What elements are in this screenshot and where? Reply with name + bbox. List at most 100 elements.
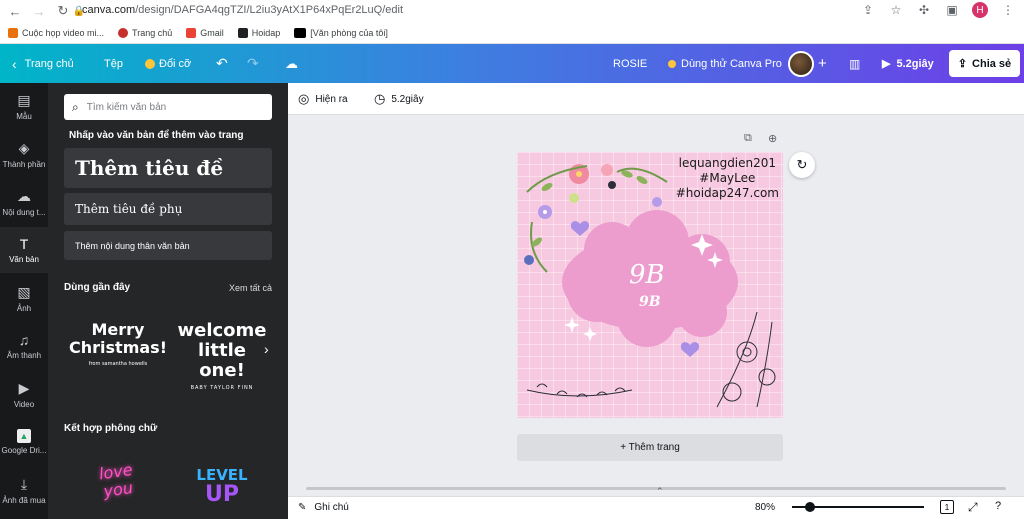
extensions-icon[interactable]: ✣ [916,2,932,18]
thumb-subtext: from samantha howells [88,361,148,367]
duplicate-page-icon[interactable]: ⧉ [744,132,752,145]
bookmark-item[interactable]: Cuộc họp video mi... [8,27,104,38]
add-heading-button[interactable]: Thêm tiêu đề [64,148,272,188]
rail-item-photos[interactable]: ▧ Ảnh [0,275,48,321]
notes-icon: ✎ [298,502,307,513]
pinterest-icon [118,27,129,38]
profile-avatar[interactable]: H [972,2,988,18]
home-link[interactable]: ‹ Trang chủ [12,44,74,83]
add-collaborator-icon[interactable]: + [818,44,827,83]
add-page-label: + Thêm trang [620,442,680,453]
rail-label: Mẫu [16,111,32,121]
see-all-link[interactable]: Xem tất cả [229,283,272,293]
bookmark-label: [Văn phòng của tôi] [310,27,388,38]
browser-actions: ⇪ ☆ ✣ ▣ H ⋮ [860,2,1016,18]
panel-hint: Nhấp vào văn bản để thêm vào trang [69,130,244,141]
share-button[interactable]: ⇪ Chia sẻ [949,50,1020,77]
cloud-save-icon[interactable]: ☁ [285,44,298,83]
bookmark-item[interactable]: Trang chủ [118,27,172,38]
monogram-small-text[interactable]: 9B [639,294,661,310]
timing-button[interactable]: ◷ 5.2giây [374,83,424,115]
office-icon [294,27,307,38]
video-meeting-icon [8,27,18,38]
carousel-next-icon[interactable]: › [264,341,269,357]
rail-item-google-drive[interactable]: ▲ Google Dri... [0,419,48,465]
add-page-button[interactable]: + Thêm trang [517,434,783,461]
zoom-slider-handle[interactable] [805,502,815,512]
menu-kebab-icon[interactable]: ⋮ [1000,2,1016,18]
bookmark-label: Gmail [200,27,224,38]
design-title-label: ROSIE [613,57,648,70]
address-bar[interactable]: canva.com/design/DAFGA4qgTZI/L2iu3yAtX1P… [82,4,403,16]
home-label: Trang chủ [24,57,74,70]
back-icon[interactable]: ← [6,2,24,20]
template-icon: ▤ [17,91,31,108]
collaborator-avatar[interactable] [788,51,814,77]
audio-icon: ♫ [18,332,30,348]
notes-button[interactable]: ✎ Ghi chú [298,502,349,513]
rail-item-elements[interactable]: ◈ Thành phần [0,131,48,177]
bookmark-item[interactable]: [Văn phòng của tôi] [294,27,388,38]
file-menu[interactable]: Tệp [104,44,123,83]
page-number: 1 [944,502,950,512]
design-title[interactable]: ROSIE [613,44,647,83]
regenerate-icon[interactable]: ↻ [789,152,815,178]
video-icon: ▶ [18,379,30,396]
zoom-level[interactable]: 80% [755,502,775,513]
try-pro-label: Dùng thử Canva Pro [681,57,782,70]
file-label: Tệp [104,57,123,70]
design-text-line: #hoidap247.com [675,186,779,200]
fullscreen-icon[interactable]: ⤢ [968,500,978,515]
bookmark-item[interactable]: Gmail [186,27,224,38]
design-text-block[interactable]: lequangdien201 #MayLee #hoidap247.com [676,156,779,201]
add-page-icon[interactable]: ⊕ [768,132,777,145]
thumb-text: little one! [198,340,246,381]
crown-icon [668,59,676,68]
redo-icon[interactable]: ↷ [247,44,259,83]
thumb-text: UP [205,482,239,507]
font-thumb-merry-christmas[interactable]: Merry Christmas! from samantha howells [68,321,168,381]
resize-button[interactable]: Đổi cỡ [145,44,191,83]
present-button[interactable]: ▶ 5.2giây [882,44,934,83]
upload-share-icon: ⇪ [957,58,968,70]
animate-button[interactable]: ◎ Hiện ra [298,83,348,115]
monogram-text[interactable]: 9B [629,260,665,290]
share-page-icon[interactable]: ⇪ [860,2,876,18]
share-label: Chia sẻ [972,57,1012,70]
design-page[interactable]: lequangdien201 #MayLee #hoidap247.com 9B… [517,152,783,418]
elements-icon: ◈ [18,139,30,156]
page-count-button[interactable]: 1 [940,500,954,514]
font-thumb-love-you[interactable]: love you [74,457,162,519]
try-pro-button[interactable]: Dùng thử Canva Pro [668,44,782,83]
gmail-icon [186,27,197,38]
thumb-text: Merry [91,320,145,339]
text-search-input[interactable]: ⌕ Tìm kiếm văn bản [64,94,272,120]
rail-label: Thành phần [2,159,46,169]
thumb-text: welcome [177,320,267,341]
rail-item-purchased[interactable]: ⤓ Ảnh đã mua [0,467,48,513]
rail-item-text[interactable]: T Văn bản [0,227,48,273]
rail-item-uploads[interactable]: ☁ Nội dung t... [0,179,48,225]
font-thumb-welcome[interactable]: welcome little one! BABY TAYLOR FINN [176,320,268,391]
side-panel-icon[interactable]: ▣ [944,2,960,18]
rail-item-templates[interactable]: ▤ Mẫu [0,83,48,129]
rail-item-audio[interactable]: ♫ Âm thanh [0,323,48,369]
insights-icon[interactable]: ▥ [849,44,860,83]
font-thumb-level-up[interactable]: LEVEL UP [186,467,258,513]
browser-toolbar: ← → ↻ 🔒 canva.com/design/DAFGA4qgTZI/L2i… [0,0,1024,22]
vertical-scrollbar[interactable] [1016,115,1024,485]
bookmark-star-icon[interactable]: ☆ [888,2,904,18]
undo-icon[interactable]: ↶ [216,44,228,83]
add-subheading-button[interactable]: Thêm tiêu đề phụ [64,193,272,225]
rail-label: Âm thanh [6,351,42,360]
add-body-text-button[interactable]: Thêm nội dung thân văn bản [64,231,272,260]
search-placeholder: Tìm kiếm văn bản [86,101,167,113]
thumb-text: Christmas! [69,338,167,357]
design-text-line: #MayLee [699,171,756,185]
thumb-text: LEVEL [196,466,248,484]
url-host: canva.com [82,4,136,16]
rail-item-video[interactable]: ▶ Video [0,371,48,417]
help-icon[interactable]: ? [995,500,1001,512]
forward-icon[interactable]: → [30,2,48,20]
bookmark-item[interactable]: Hoidap [237,27,280,38]
